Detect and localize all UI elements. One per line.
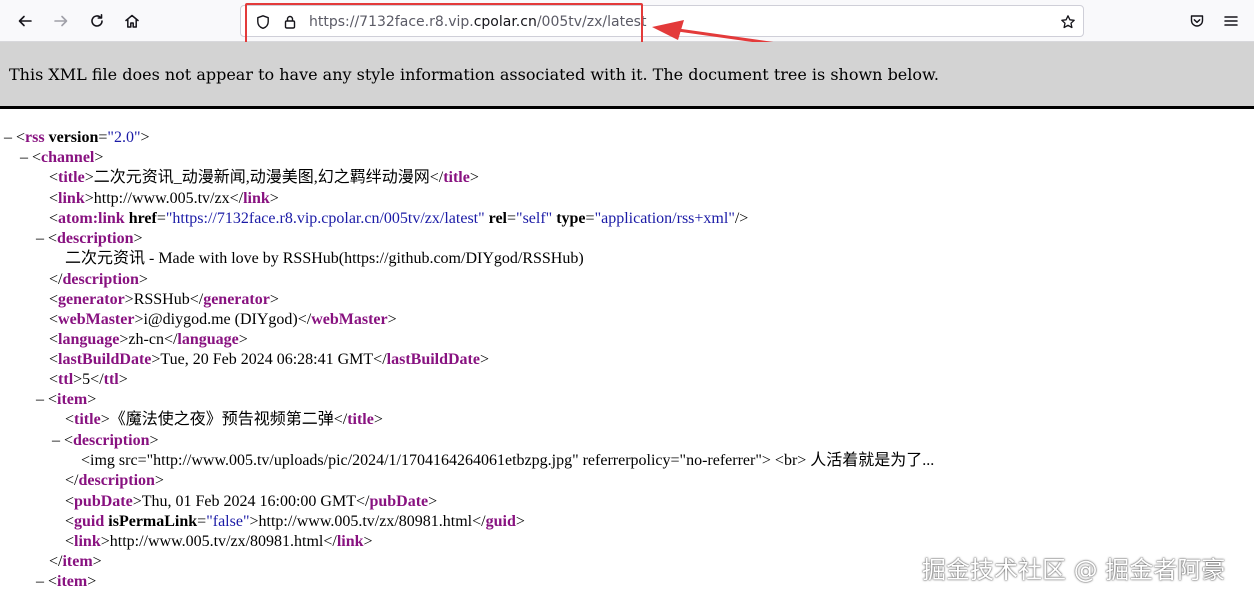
collapse-toggle[interactable]: – — [4, 128, 16, 148]
address-bar[interactable]: https://7132face.r8.vip.cpolar.cn/005tv/… — [240, 5, 1084, 37]
xml-language: <language>zh-cn</language> — [49, 331, 248, 348]
xml-item-link: <link>http://www.005.tv/zx/80981.html</l… — [65, 533, 373, 550]
xml-last-build-date: <lastBuildDate>Tue, 20 Feb 2024 06:28:41… — [49, 351, 490, 368]
lock-icon[interactable] — [281, 13, 299, 31]
menu-button[interactable] — [1218, 8, 1244, 34]
xml-ttl: <ttl>5</ttl> — [49, 371, 128, 388]
collapse-toggle[interactable]: – — [20, 148, 32, 168]
xml-channel-link: <link>http://www.005.tv/zx</link> — [49, 190, 279, 207]
reload-button[interactable] — [84, 8, 110, 34]
pocket-icon — [1189, 13, 1205, 29]
xml-channel-description-close: </description> — [49, 271, 148, 288]
xml-item-open[interactable]: – <item> — [36, 572, 96, 592]
xml-item-description-open[interactable]: – <description> — [52, 431, 159, 451]
xml-rss-open[interactable]: – <rss version="2.0"> — [4, 128, 150, 148]
home-button[interactable] — [119, 8, 145, 34]
reload-icon — [89, 13, 105, 29]
browser-toolbar: https://7132face.r8.vip.cpolar.cn/005tv/… — [0, 0, 1254, 42]
xml-item-description-text: <img src="http://www.005.tv/uploads/pic/… — [81, 452, 935, 469]
url-text[interactable]: https://7132face.r8.vip.cpolar.cn/005tv/… — [309, 12, 646, 32]
xml-item-title: <title>《魔法使之夜》预告视频第二弹</title> — [65, 411, 383, 428]
xml-channel-description-open[interactable]: – <description> — [36, 229, 143, 249]
xml-channel-description-text: 二次元资讯 - Made with love by RSSHub(https:/… — [65, 250, 584, 267]
xml-webmaster: <webMaster>i@diygod.me (DIYgod)</webMast… — [49, 311, 397, 328]
xml-info-banner: This XML file does not appear to have an… — [0, 42, 1254, 109]
xml-generator: <generator>RSSHub</generator> — [49, 291, 279, 308]
star-icon[interactable] — [1059, 13, 1077, 31]
forward-arrow-icon — [53, 13, 69, 29]
collapse-toggle[interactable]: – — [36, 572, 48, 592]
xml-item-guid: <guid isPermaLink="false">http://www.005… — [65, 513, 525, 530]
tracking-protection-shield-icon[interactable] — [254, 13, 272, 31]
xml-item-close: </item> — [49, 553, 102, 570]
watermark: 掘金技术社区 @ 掘金者阿豪 — [922, 556, 1226, 584]
hamburger-menu-icon — [1223, 13, 1239, 29]
xml-channel-title: <title>二次元资讯_动漫新闻,动漫美图,幻之羁绊动漫网</title> — [49, 169, 479, 186]
collapse-toggle[interactable]: – — [52, 431, 64, 451]
xml-item-description-close: </description> — [65, 472, 164, 489]
xml-atom-link: <atom:link href="https://7132face.r8.vip… — [49, 210, 749, 227]
back-button[interactable] — [12, 8, 38, 34]
url-host: cpolar.cn — [473, 14, 537, 30]
pocket-button[interactable] — [1184, 8, 1210, 34]
collapse-toggle[interactable]: – — [36, 390, 48, 410]
home-icon — [124, 13, 140, 29]
url-prefix: https://7132face.r8.vip. — [309, 14, 474, 30]
back-arrow-icon — [17, 13, 33, 29]
xml-item-open[interactable]: – <item> — [36, 390, 96, 410]
xml-info-text: This XML file does not appear to have an… — [9, 65, 939, 84]
collapse-toggle[interactable]: – — [36, 229, 48, 249]
url-path: /005tv/zx/latest — [536, 14, 647, 30]
xml-item-pubdate: <pubDate>Thu, 01 Feb 2024 16:00:00 GMT</… — [65, 493, 438, 510]
forward-button[interactable] — [48, 8, 74, 34]
xml-channel-open[interactable]: – <channel> — [20, 148, 103, 168]
